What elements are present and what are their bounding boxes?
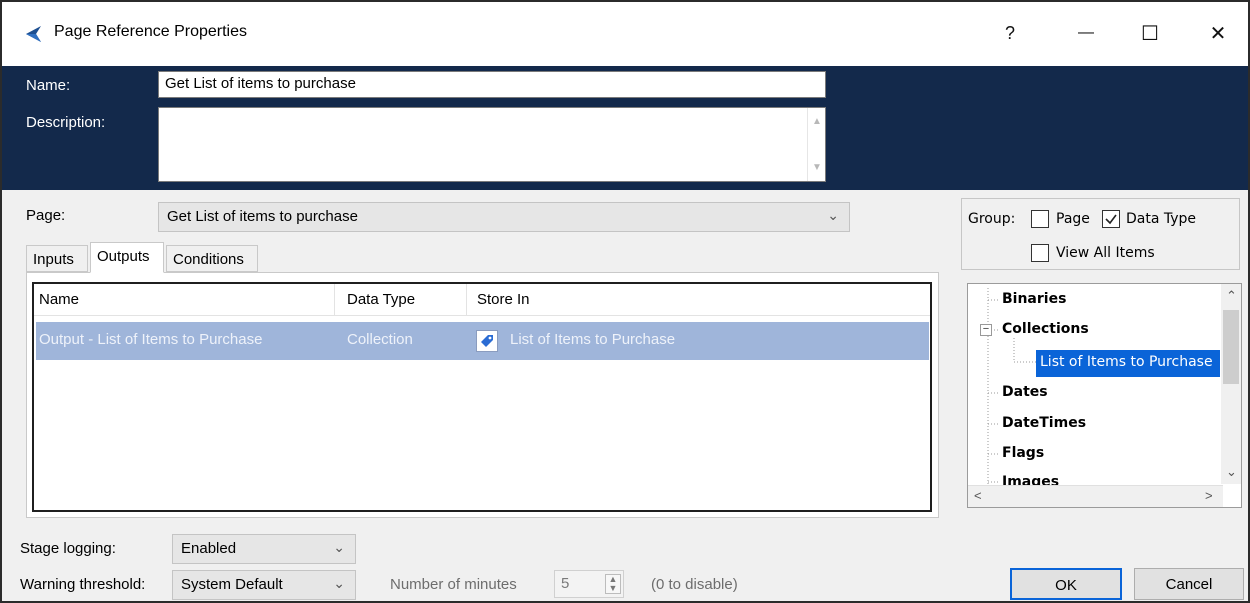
data-item-tree: Binaries − Collections List of Items to …: [967, 283, 1242, 508]
cancel-button[interactable]: Cancel: [1134, 568, 1244, 600]
tab-conditions[interactable]: Conditions: [166, 245, 258, 272]
scroll-right-icon[interactable]: >: [1205, 488, 1213, 503]
tree-node-dates[interactable]: Dates: [1002, 384, 1048, 400]
maximize-button[interactable]: ☐: [1130, 16, 1170, 50]
tree-vertical-scrollbar[interactable]: ⌃ ⌄: [1221, 284, 1241, 484]
tree-node-list-of-items-to-purchase[interactable]: List of Items to Purchase: [1036, 350, 1220, 377]
description-label: Description:: [26, 114, 106, 131]
dialog-window: Page Reference Properties ? — ☐ ✕ Name: …: [0, 0, 1250, 603]
chevron-down-icon: ⌄: [333, 539, 345, 555]
warning-threshold-label: Warning threshold:: [20, 576, 146, 593]
chevron-down-icon: ⌄: [333, 575, 345, 591]
group-data-type-label: Data Type: [1126, 211, 1197, 227]
column-header-store-in[interactable]: Store In: [477, 291, 530, 308]
warning-threshold-value: System Default: [181, 576, 283, 593]
tree-node-binaries[interactable]: Binaries: [1002, 291, 1066, 307]
row-name-cell: Output - List of Items to Purchase: [39, 331, 263, 348]
help-button[interactable]: ?: [990, 16, 1030, 50]
stepper-arrows-icon[interactable]: ▲ ▼: [605, 574, 621, 594]
tab-outputs[interactable]: Outputs: [90, 242, 164, 273]
app-logo-icon: [26, 26, 41, 42]
tree-node-flags[interactable]: Flags: [1002, 445, 1044, 461]
warning-threshold-select[interactable]: System Default ⌄: [172, 570, 356, 600]
minutes-label: Number of minutes: [390, 576, 517, 593]
title-bar: Page Reference Properties ? — ☐ ✕: [2, 2, 1248, 66]
close-button[interactable]: ✕: [1198, 16, 1238, 50]
group-label: Group:: [968, 211, 1016, 227]
collapse-icon[interactable]: −: [980, 324, 992, 336]
properties-header: Name: Get List of items to purchase Desc…: [2, 66, 1248, 190]
tree-node-collections[interactable]: Collections: [1002, 321, 1089, 337]
column-divider[interactable]: [466, 284, 467, 316]
description-scrollbar[interactable]: ▲ ▼: [807, 108, 825, 181]
column-header-name[interactable]: Name: [39, 291, 79, 308]
column-header-data-type[interactable]: Data Type: [347, 291, 415, 308]
checkmark-icon: [1105, 214, 1117, 225]
tree-node-datetimes[interactable]: DateTimes: [1002, 415, 1086, 431]
scroll-left-icon[interactable]: <: [974, 488, 982, 503]
group-data-type-checkbox[interactable]: [1102, 210, 1120, 228]
help-icon: ?: [1004, 22, 1015, 43]
group-page-checkbox[interactable]: [1031, 210, 1049, 228]
page-label: Page:: [26, 207, 66, 224]
scroll-down-icon[interactable]: ⌄: [1226, 464, 1237, 480]
scroll-up-icon[interactable]: ▲: [812, 116, 822, 127]
tag-icon: [481, 335, 493, 347]
tree-horizontal-scrollbar[interactable]: < >: [968, 485, 1223, 507]
outputs-panel: Name Data Type Store In Output - List of…: [26, 272, 939, 518]
name-label: Name:: [26, 77, 71, 94]
grid-header: Name Data Type Store In: [34, 284, 930, 316]
window-title: Page Reference Properties: [54, 23, 247, 40]
stage-logging-label: Stage logging:: [20, 540, 116, 557]
column-divider[interactable]: [334, 284, 335, 316]
stage-logging-select[interactable]: Enabled ⌄: [172, 534, 356, 564]
page-select-value: Get List of items to purchase: [167, 208, 358, 225]
scroll-thumb[interactable]: [1223, 310, 1239, 384]
stage-logging-value: Enabled: [181, 540, 237, 557]
table-row[interactable]: Output - List of Items to Purchase Colle…: [36, 322, 929, 360]
minutes-stepper[interactable]: 5 ▲ ▼: [554, 570, 624, 598]
scroll-down-icon[interactable]: ▼: [812, 162, 822, 173]
maximize-icon: ☐: [1141, 22, 1159, 45]
chevron-down-icon: ⌄: [827, 207, 839, 223]
collection-icon[interactable]: [476, 330, 498, 352]
close-icon: ✕: [1209, 22, 1227, 45]
row-store-in-cell[interactable]: List of Items to Purchase: [510, 331, 675, 348]
scroll-up-icon[interactable]: ⌃: [1226, 288, 1237, 304]
row-data-type-cell: Collection: [347, 331, 413, 348]
view-all-items-checkbox[interactable]: [1031, 244, 1049, 262]
minutes-value: 5: [561, 575, 570, 592]
name-field[interactable]: Get List of items to purchase: [158, 71, 826, 98]
disable-hint: (0 to disable): [651, 576, 738, 593]
minimize-button[interactable]: —: [1066, 16, 1106, 50]
group-page-label: Page: [1056, 211, 1090, 227]
ok-button[interactable]: OK: [1010, 568, 1122, 600]
group-options: Group: Page Data Type View All Items: [961, 198, 1240, 270]
page-select[interactable]: Get List of items to purchase ⌄: [158, 202, 850, 232]
view-all-items-label: View All Items: [1056, 245, 1155, 261]
tab-inputs[interactable]: Inputs: [26, 245, 88, 272]
minimize-icon: —: [1078, 24, 1094, 41]
description-field[interactable]: ▲ ▼: [158, 107, 826, 182]
outputs-grid: Name Data Type Store In Output - List of…: [32, 282, 932, 512]
